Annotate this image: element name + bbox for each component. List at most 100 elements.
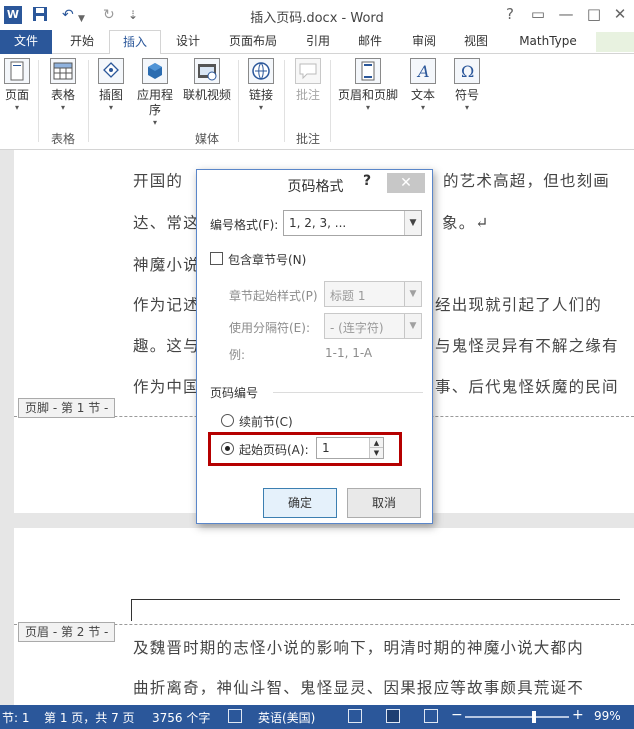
help-button[interactable]: ? xyxy=(496,4,524,24)
comment-button[interactable]: 批注 xyxy=(290,58,326,103)
svg-text:A: A xyxy=(416,62,430,81)
header-footer-icon xyxy=(355,58,381,84)
zoom-level[interactable]: 99% xyxy=(594,709,621,723)
dropdown-arrow-icon: ▾ xyxy=(152,118,157,127)
number-format-label: 编号格式(F): xyxy=(210,218,279,232)
tab-insert[interactable]: 插入 xyxy=(109,30,161,55)
illustrations-icon xyxy=(98,58,124,84)
dropdown-arrow-icon: ▾ xyxy=(108,103,113,112)
film-icon xyxy=(194,58,220,84)
dropdown-arrow-icon: ▾ xyxy=(14,103,19,112)
chapter-style-select[interactable]: 标题 1 ▼ xyxy=(324,281,422,307)
doc-text: 事、后代鬼怪妖魔的民间 xyxy=(435,378,619,396)
separator-select[interactable]: - (连字符) ▼ xyxy=(324,313,422,339)
zoom-slider-thumb[interactable] xyxy=(531,711,536,723)
tab-page-layout[interactable]: 页面布局 xyxy=(218,30,288,54)
tab-mailings[interactable]: 邮件 xyxy=(346,30,394,54)
dialog-help-button[interactable]: ? xyxy=(363,173,371,189)
dialog-close-button[interactable]: ✕ xyxy=(387,173,425,193)
example-label: 例: xyxy=(229,348,246,362)
header-section-label: 页眉 - 第 2 节 - xyxy=(18,622,116,642)
doc-text: 及魏晋时期的志怪小说的影响下，明清时期的神魔小说大都内 xyxy=(133,639,584,657)
continue-radio[interactable] xyxy=(221,414,234,427)
dropdown-arrow-icon: ▾ xyxy=(60,103,65,112)
separator-label: 使用分隔符(E): xyxy=(229,321,310,335)
chevron-down-icon: ▼ xyxy=(404,314,421,338)
zoom-out-icon[interactable]: − xyxy=(451,707,463,723)
svg-text:Ω: Ω xyxy=(461,62,474,81)
tab-design[interactable]: 设计 xyxy=(164,30,212,54)
group-label-media: 媒体 xyxy=(194,132,219,146)
number-format-select[interactable]: 1, 2, 3, ... ▼ xyxy=(283,210,422,236)
include-chapter-label: 包含章节号(N) xyxy=(228,253,307,267)
zoom-slider-track[interactable] xyxy=(465,716,569,718)
online-video-button[interactable]: 联机视频 xyxy=(180,58,234,103)
cancel-button[interactable]: 取消 xyxy=(347,488,421,518)
header-footer-button[interactable]: 页眉和页脚 ▾ xyxy=(334,58,402,113)
table-button[interactable]: 表格 ▾ xyxy=(46,58,80,113)
group-separator xyxy=(88,60,89,142)
apps-icon xyxy=(142,58,168,84)
tab-home[interactable]: 开始 xyxy=(58,30,106,54)
symbol-button[interactable]: Ω 符号 ▾ xyxy=(450,58,484,113)
maximize-button[interactable]: □ xyxy=(580,4,608,24)
tab-review[interactable]: 审阅 xyxy=(400,30,448,54)
header-line xyxy=(131,599,620,600)
dropdown-arrow-icon: ▾ xyxy=(365,103,370,112)
ribbon-display-options-button[interactable]: ▭ xyxy=(524,4,552,24)
table-icon xyxy=(50,58,76,84)
page-indicator[interactable]: 第 1 页，共 7 页 xyxy=(44,709,135,726)
footer-section-label: 页脚 - 第 1 节 - xyxy=(18,398,116,418)
proofing-icon[interactable] xyxy=(228,709,242,723)
continue-label: 续前节(C) xyxy=(239,415,293,429)
tab-view[interactable]: 视图 xyxy=(452,30,500,54)
include-chapter-checkbox[interactable] xyxy=(210,252,223,265)
read-mode-icon[interactable] xyxy=(348,709,362,723)
links-button[interactable]: 链接 ▾ xyxy=(244,58,278,113)
minimize-button[interactable]: — xyxy=(552,4,580,24)
section-divider xyxy=(273,392,423,393)
spin-down-icon[interactable]: ▼ xyxy=(369,448,383,458)
status-bar: 节: 1 第 1 页，共 7 页 3756 个字 英语(美国) − + 99% xyxy=(0,705,634,729)
section-indicator[interactable]: 节: 1 xyxy=(2,709,30,726)
group-separator xyxy=(284,60,285,142)
dropdown-arrow-icon: ▾ xyxy=(464,103,469,112)
tab-references[interactable]: 引用 xyxy=(294,30,342,54)
group-label-comments: 批注 xyxy=(295,132,320,146)
apps-button[interactable]: 应用程 序 ▾ xyxy=(134,58,176,128)
chevron-down-icon: ▼ xyxy=(404,282,421,306)
start-at-spinner[interactable]: 1 ▲ ▼ xyxy=(316,437,384,459)
zoom-in-icon[interactable]: + xyxy=(572,707,584,723)
page-button[interactable]: 页面 ▾ xyxy=(2,58,32,113)
start-at-radio[interactable] xyxy=(221,442,234,455)
dialog-title-bar[interactable]: 页码格式 ? ✕ xyxy=(197,170,434,200)
language-indicator[interactable]: 英语(美国) xyxy=(258,709,315,726)
web-layout-icon[interactable] xyxy=(424,709,438,723)
start-at-label: 起始页码(A): xyxy=(239,443,309,457)
text-button[interactable]: A 文本 ▾ xyxy=(406,58,440,113)
ribbon-tabs: 文件 开始 插入 设计 页面布局 引用 邮件 审阅 视图 MathType xyxy=(0,30,634,55)
page-number-format-dialog: 页码格式 ? ✕ 编号格式(F): 1, 2, 3, ... ▼ 包含章节号(N… xyxy=(196,169,433,524)
group-separator xyxy=(38,60,39,142)
dropdown-arrow-icon: ▾ xyxy=(258,103,263,112)
word-count[interactable]: 3756 个字 xyxy=(152,709,210,726)
account-area xyxy=(596,32,634,52)
close-button[interactable]: ✕ xyxy=(606,4,634,24)
spin-up-icon[interactable]: ▲ xyxy=(369,438,383,448)
ok-button[interactable]: 确定 xyxy=(263,488,337,518)
tab-mathtype[interactable]: MathType xyxy=(506,30,590,54)
omega-icon: Ω xyxy=(454,58,480,84)
chapter-style-label: 章节起始样式(P) xyxy=(229,289,318,303)
text-icon: A xyxy=(410,58,436,84)
group-separator xyxy=(238,60,239,142)
group-label-table: 表格 xyxy=(50,132,75,146)
doc-text: 象。↵ xyxy=(442,214,490,232)
doc-text: 趣。这与 xyxy=(133,337,200,355)
doc-text: 经出现就引起了人们的 xyxy=(435,296,603,314)
illustrations-button[interactable]: 插图 ▾ xyxy=(94,58,128,113)
tab-file[interactable]: 文件 xyxy=(0,30,52,54)
doc-text: 作为记述 xyxy=(133,296,200,314)
doc-text: 达、常这 xyxy=(133,214,200,232)
print-layout-icon[interactable] xyxy=(386,709,400,723)
page-icon xyxy=(4,58,30,84)
